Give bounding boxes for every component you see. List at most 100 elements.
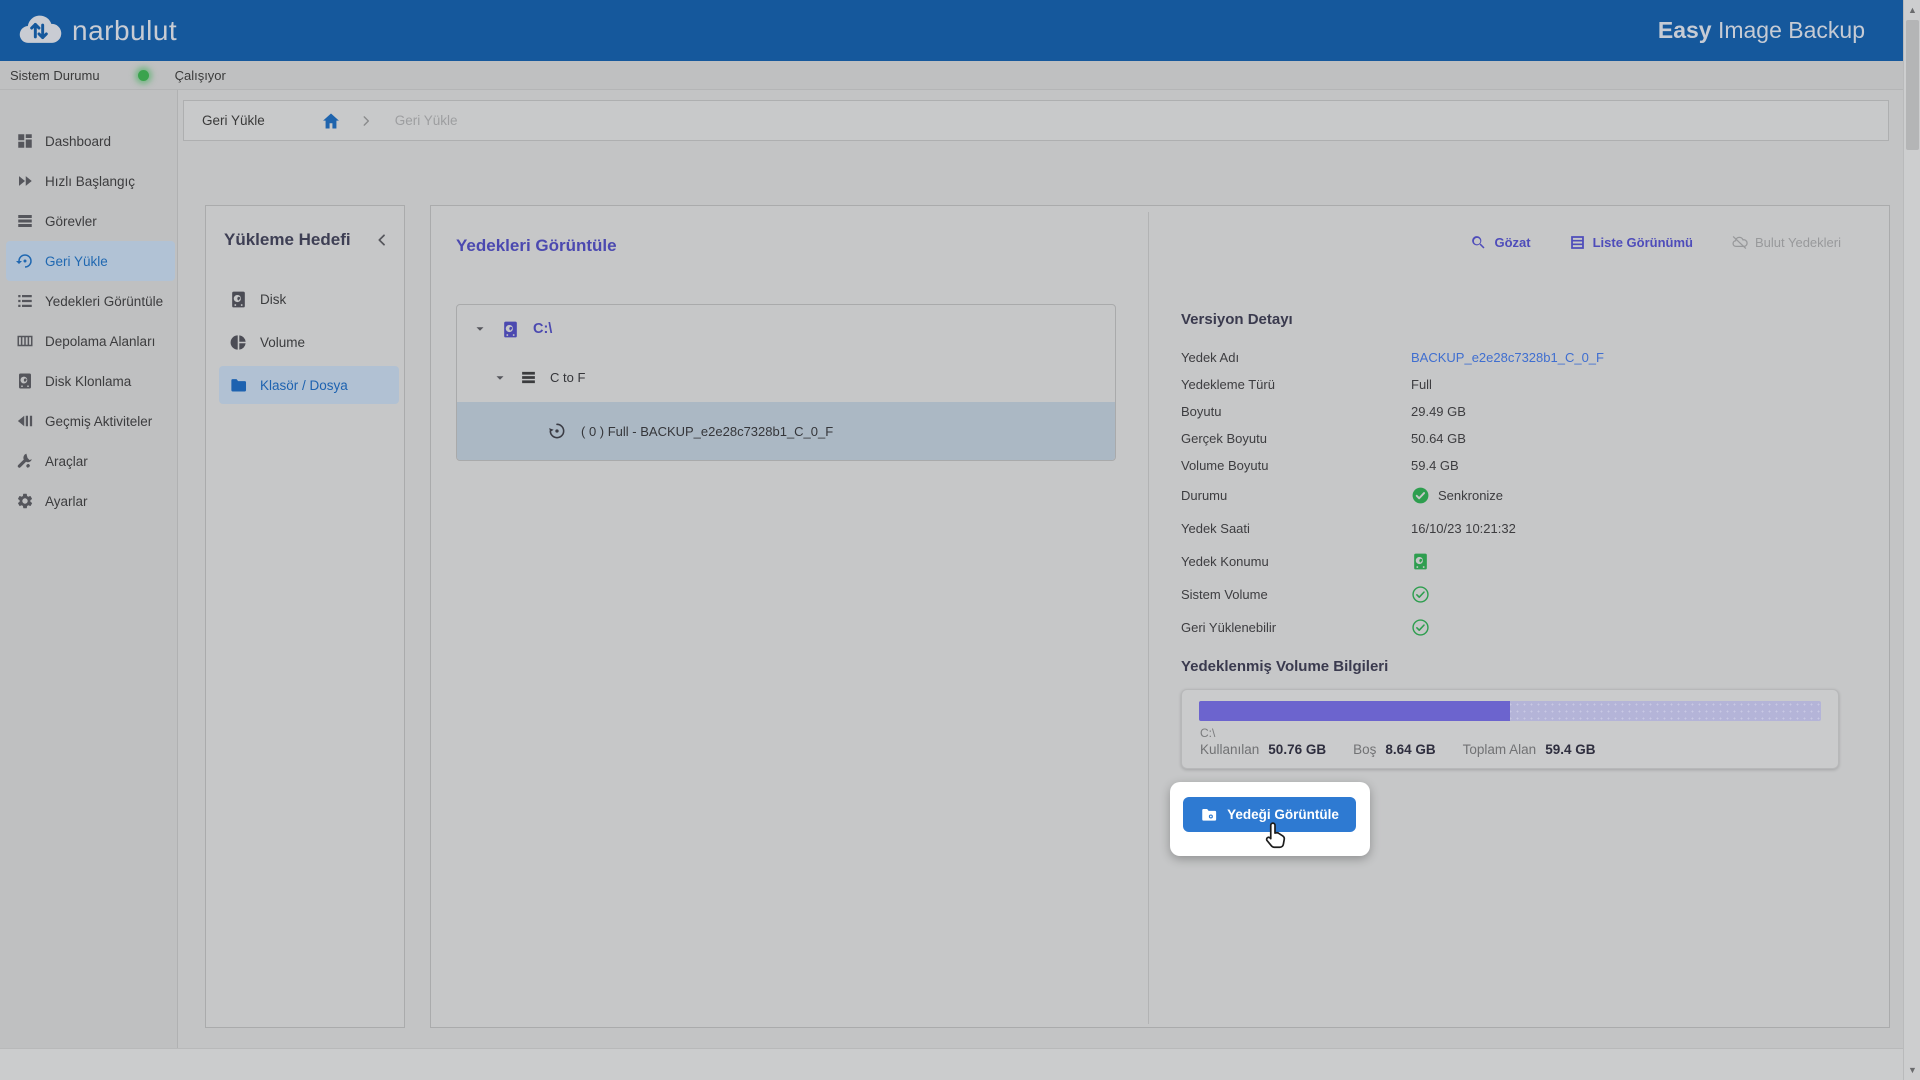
sidebar-item-label: Yedekleri Görüntüle (45, 294, 163, 309)
target-item-label: Disk (260, 292, 286, 307)
check-filled-icon (1411, 486, 1430, 505)
backup-tree: C:\ C to F ( 0 ) Full - BACKUP_e2e28c732… (456, 304, 1116, 461)
app-header: narbulut Easy Image Backup (0, 0, 1903, 61)
target-item-label: Klasör / Dosya (260, 378, 348, 393)
footer-bar (0, 1048, 1903, 1080)
tree-node-version-selected[interactable]: ( 0 ) Full - BACKUP_e2e28c7328b1_C_0_F (457, 402, 1115, 460)
search-icon (1470, 234, 1487, 251)
tree-version-label: ( 0 ) Full - BACKUP_e2e28c7328b1_C_0_F (581, 424, 833, 439)
hard-disk-icon (229, 290, 248, 309)
detail-row-real-size: Gerçek Boyutu 50.64 GB (1181, 425, 1861, 452)
pie-chart-icon (229, 333, 248, 352)
bulleted-list-icon (16, 292, 34, 310)
wrench-icon (16, 452, 34, 470)
system-status-bar: Sistem Durumu Çalışıyor (0, 61, 1903, 90)
product-title-rest: Image Backup (1712, 17, 1865, 43)
home-icon[interactable] (321, 111, 341, 131)
fast-forward-icon (16, 172, 34, 190)
cloud-backups-button[interactable]: Bulut Yedekleri (1731, 234, 1841, 251)
volume-usage-bar (1199, 701, 1821, 721)
sidebar-item-view-backups[interactable]: Yedekleri Görüntüle (6, 281, 175, 321)
caret-down-icon[interactable] (493, 371, 507, 385)
detail-row-status: Durumu Senkronize (1181, 479, 1861, 512)
sidebar-item-tasks[interactable]: Görevler (6, 201, 175, 241)
folder-icon (229, 376, 248, 395)
hard-disk-icon (16, 372, 34, 390)
volume-used-fill (1199, 701, 1510, 721)
cloud-backups-button-label: Bulut Yedekleri (1755, 235, 1841, 250)
app-window: narbulut Easy Image Backup Sistem Durumu… (0, 0, 1920, 1080)
detail-row-restorable: Geri Yüklenebilir (1181, 611, 1861, 644)
sidebar-item-settings[interactable]: Ayarlar (6, 481, 175, 521)
product-title: Easy Image Backup (1658, 17, 1865, 44)
brand-name: narbulut (72, 15, 177, 47)
sidebar-item-tools[interactable]: Araçlar (6, 441, 175, 481)
browse-button-label: Gözat (1494, 235, 1530, 250)
scrollbar-thumb[interactable] (1906, 20, 1919, 150)
volume-info-card: C:\ Kullanılan 50.76 GB Boş 8.64 GB Topl… (1181, 689, 1839, 769)
target-panel-title: Yükleme Hedefi (224, 230, 351, 250)
restore-icon (16, 252, 34, 270)
status-running-dot (138, 70, 149, 81)
sidebar-item-label: Araçlar (45, 454, 88, 469)
product-title-bold: Easy (1658, 17, 1712, 43)
storage-icon (16, 332, 34, 350)
detail-row-backup-time: Yedek Saati 16/10/23 10:21:32 (1181, 512, 1861, 545)
panel-divider (1148, 212, 1149, 1024)
breadcrumb-current: Geri Yükle (202, 113, 265, 128)
sidebar-item-dashboard[interactable]: Dashboard (6, 121, 175, 161)
vertical-scrollbar[interactable]: ▲ ▼ (1903, 0, 1920, 1080)
scroll-up-arrow[interactable]: ▲ (1904, 2, 1920, 18)
dashboard-icon (16, 132, 34, 150)
view-backups-panel: Yedekleri Görüntüle Gözat Liste Görünümü… (430, 205, 1890, 1028)
detail-row-backup-location: Yedek Konumu (1181, 545, 1861, 578)
target-item-volume[interactable]: Volume (219, 323, 399, 361)
sidebar-item-history[interactable]: Geçmiş Aktiviteler (6, 401, 175, 441)
tree-child-label: C to F (550, 370, 585, 385)
breadcrumb-trail: Geri Yükle (395, 113, 458, 128)
version-details: Versiyon Detayı Yedek Adı BACKUP_e2e28c7… (1181, 311, 1861, 644)
list-view-button[interactable]: Liste Görünümü (1569, 234, 1693, 251)
sidebar-item-label: Ayarlar (45, 494, 88, 509)
backup-name-link[interactable]: BACKUP_e2e28c7328b1_C_0_F (1411, 350, 1604, 365)
system-status-value: Çalışıyor (175, 68, 226, 83)
sidebar-item-storage[interactable]: Depolama Alanları (6, 321, 175, 361)
folder-view-icon (1200, 806, 1218, 824)
sidebar-item-disk-clone[interactable]: Disk Klonlama (6, 361, 175, 401)
tree-node-root[interactable]: C:\ (457, 305, 1115, 353)
sidebar-item-quickstart[interactable]: Hızlı Başlangıç (6, 161, 175, 201)
brand: narbulut (0, 9, 177, 53)
browse-button[interactable]: Gözat (1470, 234, 1530, 251)
disk-location-icon (1411, 552, 1430, 571)
sidebar-item-restore[interactable]: Geri Yükle (6, 241, 175, 281)
sidebar-item-label: Görevler (45, 214, 97, 229)
breadcrumb: Geri Yükle Geri Yükle (183, 100, 1889, 141)
target-item-label: Volume (260, 335, 305, 350)
detail-row-backup-type: Yedekleme Türü Full (1181, 371, 1861, 398)
check-outline-icon (1411, 618, 1430, 637)
hard-disk-icon (501, 320, 520, 339)
hand-cursor (1258, 818, 1292, 852)
tree-node-child[interactable]: C to F (457, 353, 1115, 402)
sidebar-item-label: Disk Klonlama (45, 374, 131, 389)
status-value: Senkronize (1438, 488, 1503, 503)
list-view-button-label: Liste Görünümü (1593, 235, 1693, 250)
task-list-icon (520, 369, 537, 386)
collapse-panel-icon[interactable] (374, 232, 390, 248)
scroll-down-arrow[interactable]: ▼ (1904, 1062, 1920, 1078)
caret-down-icon[interactable] (473, 322, 487, 336)
cloud-off-icon (1731, 234, 1748, 251)
task-list-icon (16, 212, 34, 230)
target-item-disk[interactable]: Disk (219, 280, 399, 318)
gear-icon (16, 492, 34, 510)
sidebar-item-label: Hızlı Başlangıç (45, 174, 135, 189)
sidebar-item-label: Geçmiş Aktiviteler (45, 414, 152, 429)
system-status-label: Sistem Durumu (10, 68, 100, 83)
sidebar-item-label: Geri Yükle (45, 254, 108, 269)
restore-version-icon (547, 421, 567, 441)
target-item-folder-file[interactable]: Klasör / Dosya (219, 366, 399, 404)
check-outline-icon (1411, 585, 1430, 604)
sidebar: Dashboard Hızlı Başlangıç Görevler Geri … (0, 90, 178, 1080)
rewind-icon (16, 412, 34, 430)
volume-info-title: Yedeklenmiş Volume Bilgileri (1181, 658, 1388, 675)
